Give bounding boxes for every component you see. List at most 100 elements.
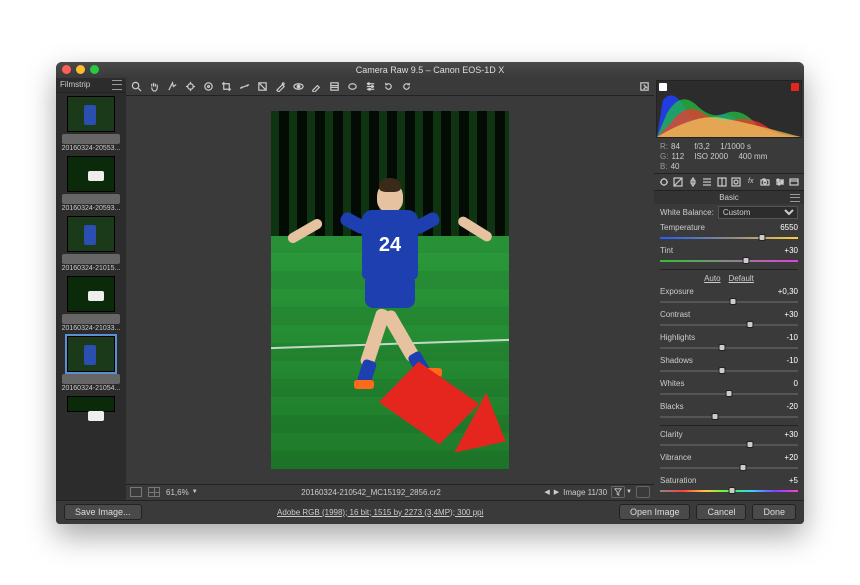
- workflow-options-link[interactable]: Adobe RGB (1998); 16 bit; 1515 by 2273 (…: [148, 508, 613, 517]
- slider-label: Clarity: [660, 430, 683, 439]
- shadows-slider[interactable]: [660, 367, 798, 375]
- footer: Save Image... Adobe RGB (1998); 16 bit; …: [56, 500, 804, 524]
- slider-label: Blacks: [660, 402, 684, 411]
- canvas-statusbar: 61,6%▼ 20160324-210542_MC15192_2856.cr2 …: [126, 484, 654, 500]
- vibrance-slider[interactable]: [660, 464, 798, 472]
- filmstrip-list: 20160324-20553... 20160324-20593... 2016…: [56, 93, 126, 500]
- tab-split-icon[interactable]: [716, 176, 728, 188]
- histogram[interactable]: [656, 80, 802, 138]
- slider-label: Highlights: [660, 333, 695, 342]
- view-compare-icon[interactable]: [148, 487, 160, 497]
- zoom-select[interactable]: 61,6%▼: [166, 488, 198, 497]
- temperature-slider[interactable]: [660, 234, 798, 242]
- slider-value: +5: [789, 476, 798, 485]
- tab-basic-icon[interactable]: [658, 176, 670, 188]
- highlight-clip-icon[interactable]: [791, 83, 799, 91]
- panel-menu-icon[interactable]: [790, 194, 800, 202]
- filter-icon[interactable]: [611, 486, 625, 498]
- slider-label: Contrast: [660, 310, 690, 319]
- targeted-adjust-icon[interactable]: [202, 80, 214, 92]
- thumbnail[interactable]: 20160324-21033...: [56, 273, 126, 333]
- saturation-slider[interactable]: [660, 487, 798, 495]
- rotate-ccw-icon[interactable]: [382, 80, 394, 92]
- slider-label: Vibrance: [660, 453, 691, 462]
- shadow-clip-icon[interactable]: [659, 83, 667, 91]
- tint-slider[interactable]: [660, 257, 798, 265]
- jersey-number: 24: [362, 210, 418, 280]
- camera-raw-window: Camera Raw 9.5 – Canon EOS-1D X Filmstri…: [56, 62, 804, 524]
- wb-select[interactable]: Custom: [718, 206, 798, 219]
- rating-bar[interactable]: [62, 374, 120, 384]
- thumbnail[interactable]: 20160324-21015...: [56, 213, 126, 273]
- rating-bar[interactable]: [62, 194, 120, 204]
- tab-snapshots-icon[interactable]: [789, 176, 801, 188]
- toggle-mark-delete-icon[interactable]: [638, 80, 650, 92]
- default-link[interactable]: Default: [729, 274, 754, 283]
- open-image-button[interactable]: Open Image: [619, 504, 691, 520]
- tab-detail-icon[interactable]: [687, 176, 699, 188]
- preferences-icon[interactable]: [364, 80, 376, 92]
- slider-value: 6550: [780, 223, 798, 232]
- zoom-tool-icon[interactable]: [130, 80, 142, 92]
- panel-tabs: fx: [654, 174, 804, 191]
- hand-tool-icon[interactable]: [148, 80, 160, 92]
- exposure-slider[interactable]: [660, 298, 798, 306]
- tab-camera-icon[interactable]: [760, 176, 772, 188]
- rating-bar[interactable]: [62, 254, 120, 264]
- list-menu-icon[interactable]: [636, 486, 650, 498]
- thumbnail-selected[interactable]: 20160324-21054...: [56, 333, 126, 393]
- graduated-filter-icon[interactable]: [328, 80, 340, 92]
- wb-label: White Balance:: [660, 208, 714, 217]
- tab-lens-icon[interactable]: [731, 176, 743, 188]
- crop-tool-icon[interactable]: [220, 80, 232, 92]
- color-sampler-icon[interactable]: [184, 80, 196, 92]
- preview-canvas[interactable]: 24: [126, 96, 654, 484]
- thumbnail[interactable]: 20160324-20593...: [56, 153, 126, 213]
- panel-title: Basic: [719, 193, 739, 202]
- image-counter: Image 11/30: [563, 488, 607, 497]
- thumbnail[interactable]: 20160324-20553...: [56, 93, 126, 153]
- white-balance-tool-icon[interactable]: [166, 80, 178, 92]
- rotate-cw-icon[interactable]: [400, 80, 412, 92]
- contrast-slider[interactable]: [660, 321, 798, 329]
- slider-label: Shadows: [660, 356, 693, 365]
- blacks-slider[interactable]: [660, 413, 798, 421]
- preview-image: 24: [271, 111, 509, 469]
- next-image-icon[interactable]: ▶: [554, 488, 559, 496]
- spot-removal-icon[interactable]: [274, 80, 286, 92]
- slider-value: +0,30: [778, 287, 798, 296]
- clarity-slider[interactable]: [660, 441, 798, 449]
- panel-title-bar: Basic: [654, 191, 804, 204]
- transform-tool-icon[interactable]: [256, 80, 268, 92]
- adjustments-panel: R:84 G:112 B:40 f/3,2 1/1000 s ISO 2000 …: [654, 78, 804, 500]
- tab-hsl-icon[interactable]: [702, 176, 714, 188]
- slider-value: +20: [784, 453, 798, 462]
- done-button[interactable]: Done: [752, 504, 796, 520]
- slider-value: +30: [784, 246, 798, 255]
- save-image-button[interactable]: Save Image...: [64, 504, 142, 520]
- filmstrip-panel: Filmstrip 20160324-20553... 20160324-205…: [56, 78, 126, 500]
- main-area: Filmstrip 20160324-20553... 20160324-205…: [56, 78, 804, 500]
- tab-fx-icon[interactable]: fx: [745, 176, 757, 188]
- rating-bar[interactable]: [62, 134, 120, 144]
- cancel-button[interactable]: Cancel: [696, 504, 746, 520]
- view-single-icon[interactable]: [130, 487, 142, 497]
- tab-presets-icon[interactable]: [774, 176, 786, 188]
- slider-label: Whites: [660, 379, 684, 388]
- thumbnail[interactable]: [56, 393, 126, 415]
- redeye-tool-icon[interactable]: [292, 80, 304, 92]
- tab-curve-icon[interactable]: [673, 176, 685, 188]
- highlights-slider[interactable]: [660, 344, 798, 352]
- window-title: Camera Raw 9.5 – Canon EOS-1D X: [56, 65, 804, 75]
- titlebar: Camera Raw 9.5 – Canon EOS-1D X: [56, 62, 804, 78]
- adjustment-brush-icon[interactable]: [310, 80, 322, 92]
- rating-bar[interactable]: [62, 314, 120, 324]
- filmstrip-title: Filmstrip: [60, 80, 90, 89]
- slider-value: -10: [786, 356, 798, 365]
- auto-link[interactable]: Auto: [704, 274, 720, 283]
- straighten-tool-icon[interactable]: [238, 80, 250, 92]
- filmstrip-menu-icon[interactable]: [112, 80, 122, 90]
- radial-filter-icon[interactable]: [346, 80, 358, 92]
- whites-slider[interactable]: [660, 390, 798, 398]
- prev-image-icon[interactable]: ◀: [544, 488, 549, 496]
